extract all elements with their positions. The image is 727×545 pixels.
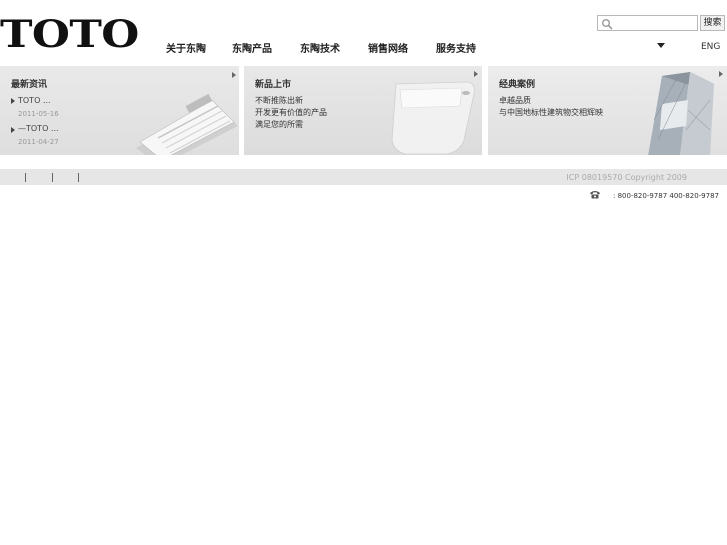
products-panel-title: 新品上市 (255, 80, 292, 90)
products-line: 不断推陈出新 (255, 96, 303, 105)
triangle-down-icon[interactable] (657, 43, 665, 48)
footer-bar: ICP 08019570 Copyright 2009 (0, 169, 727, 185)
nav-technology[interactable]: 东陶技术 (300, 40, 340, 55)
footer-divider (78, 173, 79, 182)
nav-products[interactable]: 东陶产品 (232, 40, 272, 55)
main-nav: 关于东陶 东陶产品 东陶技术 销售网络 服务支持 (166, 40, 504, 55)
news-item-title[interactable]: TOTO ... (18, 96, 51, 105)
footer-divider (25, 173, 26, 182)
cases-line: 卓越品质 (499, 96, 531, 105)
language-switch[interactable]: ENG (701, 42, 720, 52)
copyright-text: ICP 08019570 Copyright 2009 (566, 173, 687, 182)
products-panel[interactable]: 新品上市 不断推陈出新 开发更有价值的产品 满足您的所需 (244, 66, 482, 155)
triangle-right-icon[interactable] (232, 72, 236, 78)
news-item-date: 2011-04-27 (18, 138, 59, 146)
cases-panel-title: 经典案例 (499, 80, 536, 90)
cases-panel[interactable]: 经典案例 卓越品质 与中国地标性建筑物交相辉映 (488, 66, 727, 155)
cases-line: 与中国地标性建筑物交相辉映 (499, 108, 603, 117)
nav-service[interactable]: 服务支持 (436, 40, 476, 55)
toilet-image (391, 81, 475, 155)
nav-about[interactable]: 关于东陶 (166, 40, 206, 55)
news-panel[interactable]: 最新资讯 TOTO ... 2011-05-16 —TOTO ... 2011-… (0, 66, 239, 155)
triangle-right-icon[interactable] (474, 71, 478, 77)
news-item-date: 2011-05-16 (18, 110, 59, 118)
hotline-text: : 800-820-9787 400-820-9787 (613, 192, 719, 200)
building-image (648, 72, 714, 155)
triangle-right-icon[interactable] (719, 71, 723, 77)
search-button[interactable]: 搜索 (700, 15, 725, 31)
products-line: 开发更有价值的产品 (255, 108, 327, 117)
search-box (597, 15, 698, 31)
newspaper-image (136, 93, 238, 155)
magnifier-icon (602, 19, 613, 30)
news-item-title[interactable]: —TOTO ... (18, 124, 59, 133)
nav-sales-network[interactable]: 销售网络 (368, 40, 408, 55)
search-input[interactable] (614, 16, 696, 30)
toto-logo[interactable]: TOTO (0, 14, 139, 54)
news-panel-title: 最新资讯 (11, 80, 48, 90)
products-line: 满足您的所需 (255, 120, 303, 129)
footer-divider (52, 173, 53, 182)
triangle-right-icon (11, 98, 15, 104)
triangle-right-icon (11, 127, 15, 133)
telephone-icon (590, 191, 600, 199)
